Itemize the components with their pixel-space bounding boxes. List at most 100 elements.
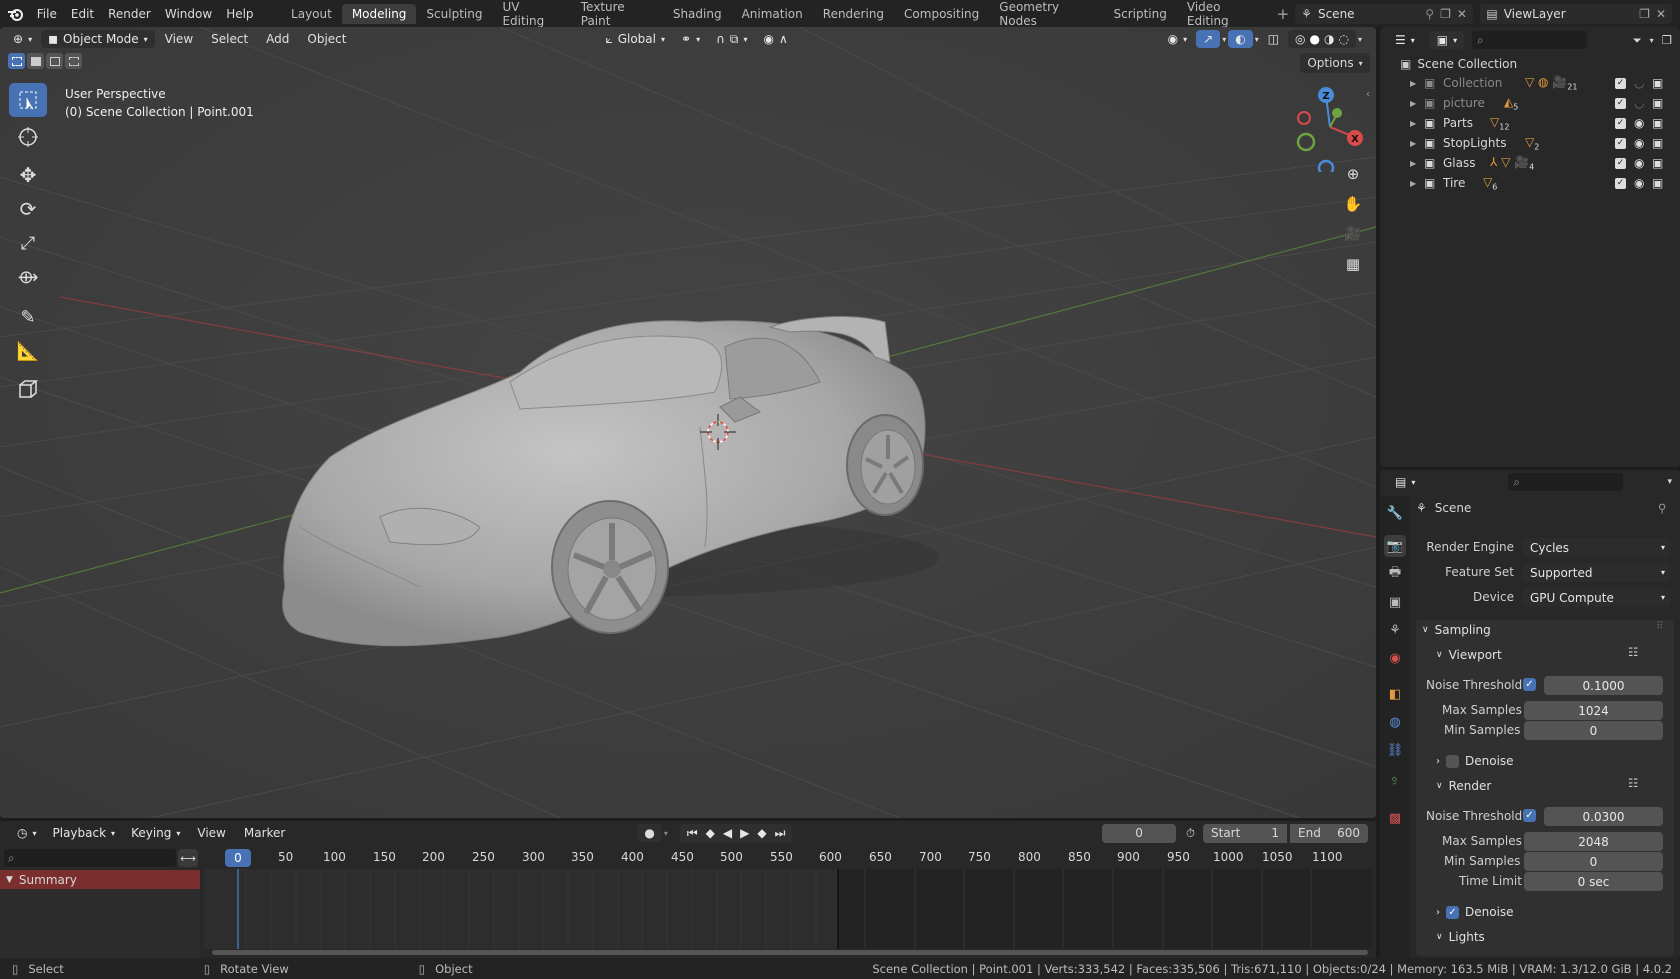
render-tab-icon[interactable]: 📷 bbox=[1384, 535, 1406, 557]
keying-dropdown-icon[interactable]: ▾ bbox=[664, 829, 668, 838]
sampling-header[interactable]: ∨ Sampling bbox=[1422, 620, 1491, 640]
render-subpanel-header[interactable]: ∨ Render bbox=[1436, 776, 1491, 796]
world-tab-icon[interactable]: ◉ bbox=[1384, 647, 1406, 669]
render-camera-icon[interactable]: ▣ bbox=[1652, 176, 1663, 190]
drag-handle-icon[interactable]: ⠿ bbox=[1656, 621, 1663, 632]
exclude-checkbox[interactable]: ✓ bbox=[1615, 77, 1626, 89]
pivot-point-selector[interactable]: ⚭ ▾ bbox=[674, 30, 707, 48]
overlay-dropdown-icon[interactable]: ▾ bbox=[1255, 35, 1259, 44]
gizmo-dropdown-icon[interactable]: ▾ bbox=[1222, 35, 1226, 44]
pin-icon[interactable]: ⚲ bbox=[1425, 7, 1434, 21]
timeline-marker-menu[interactable]: Marker bbox=[236, 824, 293, 842]
camera-view-button[interactable]: 🎥 bbox=[1340, 221, 1366, 247]
exclude-checkbox[interactable]: ✓ bbox=[1615, 97, 1626, 109]
expand-arrow-icon[interactable]: ▶ bbox=[1410, 159, 1416, 168]
tab-geometry-nodes[interactable]: Geometry Nodes bbox=[989, 0, 1103, 31]
r-min-samples-field[interactable]: 0 bbox=[1524, 852, 1663, 871]
tab-video-editing[interactable]: Video Editing bbox=[1177, 0, 1271, 31]
overlay-toggle[interactable]: ◐ bbox=[1228, 30, 1253, 48]
tool-annotate[interactable]: ✎ bbox=[9, 300, 47, 334]
tab-compositing[interactable]: Compositing bbox=[894, 4, 989, 24]
tool-scale[interactable]: ⤢ bbox=[9, 226, 47, 260]
properties-editor-type[interactable]: ▤ ▾ bbox=[1388, 473, 1422, 491]
modifier-tab-icon[interactable]: ◍ bbox=[1384, 711, 1406, 733]
current-frame-field[interactable]: 0 bbox=[1102, 823, 1177, 843]
options-button[interactable]: Options ▾ bbox=[1300, 53, 1370, 73]
pan-view-button[interactable]: ✋ bbox=[1340, 191, 1366, 217]
render-camera-icon[interactable]: ▣ bbox=[1652, 136, 1663, 150]
start-frame-field[interactable]: Start 1 bbox=[1203, 823, 1287, 843]
r-denoise-header[interactable]: › ✓ Denoise bbox=[1436, 902, 1514, 922]
render-camera-icon[interactable]: ▣ bbox=[1652, 96, 1663, 110]
render-camera-icon[interactable]: ▣ bbox=[1652, 116, 1663, 130]
exclude-checkbox[interactable]: ✓ bbox=[1615, 177, 1626, 189]
wireframe-shading-icon[interactable]: ◎ bbox=[1295, 32, 1305, 46]
menu-file[interactable]: File bbox=[30, 7, 64, 21]
mode-selector[interactable]: ◼ Object Mode ▾ bbox=[41, 30, 155, 48]
prev-keyframe-icon[interactable]: ◆ bbox=[706, 826, 715, 840]
r-noise-threshold-field[interactable]: 0.0300 bbox=[1544, 807, 1663, 826]
select-subtract-icon[interactable] bbox=[46, 53, 63, 69]
tool-move[interactable]: ✥ bbox=[9, 158, 47, 192]
timeline-view-menu[interactable]: View bbox=[189, 824, 233, 842]
outliner-collection-row[interactable]: ▶ ▣ Tire ▽6 ✓ ◉ ▣ bbox=[1380, 173, 1680, 193]
scene-collection-row[interactable]: ▣ Scene Collection bbox=[1380, 54, 1680, 74]
outliner-collection-row[interactable]: ▶ ▣ StopLights ▽2 ✓ ◉ ▣ bbox=[1380, 133, 1680, 153]
frame-ruler[interactable]: 50 100 150 200 250 300 350 400 450 500 5… bbox=[204, 847, 1372, 869]
preview-range-icon[interactable]: ⏱ bbox=[1186, 826, 1195, 841]
texture-tab-icon[interactable]: ▩ bbox=[1384, 807, 1406, 829]
play-icon[interactable]: ▶ bbox=[740, 826, 749, 840]
timeline-editor-type[interactable]: ◷ ▾ bbox=[10, 824, 44, 842]
outliner-collection-row[interactable]: ▶ ▣ Parts ▽12 ✓ ◉ ▣ bbox=[1380, 113, 1680, 133]
xray-toggle[interactable]: ◫ bbox=[1261, 30, 1286, 48]
tab-layout[interactable]: Layout bbox=[281, 4, 342, 24]
outliner-collection-row[interactable]: ▶ ▣ picture ◭5 ✓ ◡ ▣ bbox=[1380, 93, 1680, 113]
swap-icon[interactable]: ⟷ bbox=[178, 849, 198, 867]
tab-texture-paint[interactable]: Texture Paint bbox=[571, 0, 663, 31]
menu-edit[interactable]: Edit bbox=[64, 7, 101, 21]
tool-transform[interactable]: ⟴ bbox=[9, 260, 47, 294]
playback-menu[interactable]: Playback ▾ bbox=[46, 824, 123, 842]
proportional-editing-toggle[interactable]: ◉ ∧ bbox=[756, 30, 794, 48]
r-max-samples-field[interactable]: 2048 bbox=[1524, 832, 1663, 851]
play-reverse-icon[interactable]: ◀ bbox=[723, 826, 732, 840]
tool-cursor[interactable] bbox=[9, 120, 47, 154]
tab-rendering[interactable]: Rendering bbox=[813, 4, 894, 24]
scene-tab-icon[interactable]: ⚘ bbox=[1384, 619, 1406, 641]
tab-animation[interactable]: Animation bbox=[732, 4, 813, 24]
new-view-layer-icon[interactable]: ❐ bbox=[1639, 7, 1650, 21]
device-dropdown[interactable]: GPU Compute ▾ bbox=[1523, 588, 1671, 607]
tab-shading[interactable]: Shading bbox=[663, 4, 732, 24]
render-engine-dropdown[interactable]: Cycles ▾ bbox=[1523, 538, 1671, 557]
tab-sculpting[interactable]: Sculpting bbox=[416, 4, 492, 24]
select-new-icon[interactable] bbox=[8, 53, 25, 69]
menu-object[interactable]: Object bbox=[299, 30, 354, 48]
filter-icon[interactable]: ⏷ bbox=[1632, 33, 1641, 48]
hide-eye-icon[interactable]: ◡ bbox=[1634, 96, 1644, 110]
output-tab-icon[interactable]: 🖶 bbox=[1384, 563, 1406, 585]
tool-measure[interactable]: 📐 bbox=[9, 334, 47, 368]
select-extend-icon[interactable] bbox=[27, 53, 44, 69]
view-layer-tab-icon[interactable]: ▣ bbox=[1384, 591, 1406, 613]
next-keyframe-icon[interactable]: ◆ bbox=[757, 826, 766, 840]
delete-scene-icon[interactable]: ✕ bbox=[1457, 7, 1467, 21]
exclude-checkbox[interactable]: ✓ bbox=[1615, 137, 1626, 149]
snap-toggle[interactable]: ∩ ⧉ ▾ bbox=[709, 30, 754, 49]
data-tab-icon[interactable]: ⍚ bbox=[1384, 767, 1406, 789]
properties-search-input[interactable]: ⌕ bbox=[1508, 473, 1624, 491]
vp-min-samples-field[interactable]: 0 bbox=[1524, 721, 1663, 740]
visibility-selector[interactable]: ◉ ▾ bbox=[1161, 30, 1195, 48]
select-intersect-icon[interactable] bbox=[65, 53, 82, 69]
exclude-checkbox[interactable]: ✓ bbox=[1615, 117, 1626, 129]
timeline-scrollbar[interactable] bbox=[212, 950, 1368, 955]
exclude-checkbox[interactable]: ✓ bbox=[1615, 157, 1626, 169]
menu-window[interactable]: Window bbox=[158, 7, 219, 21]
tab-scripting[interactable]: Scripting bbox=[1104, 4, 1177, 24]
expand-arrow-icon[interactable]: ▶ bbox=[1410, 79, 1416, 88]
timeline-search-input[interactable]: ⌕ bbox=[4, 849, 176, 867]
feature-set-dropdown[interactable]: Supported ▾ bbox=[1523, 563, 1671, 582]
zoom-view-button[interactable]: ⊕ bbox=[1340, 161, 1366, 187]
outliner-search-input[interactable]: ⌕ bbox=[1472, 31, 1588, 49]
display-mode-selector[interactable]: ▣ ▾ bbox=[1429, 31, 1465, 49]
menu-view[interactable]: View bbox=[157, 30, 201, 48]
